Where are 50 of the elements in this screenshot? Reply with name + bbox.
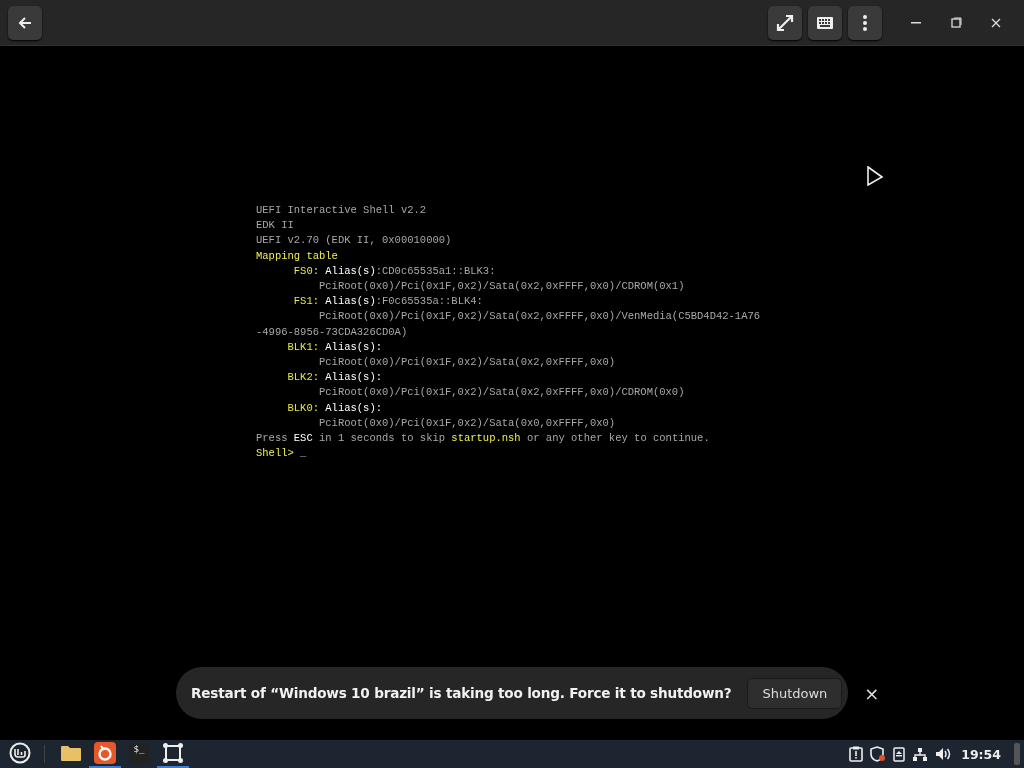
mint-logo-icon xyxy=(9,742,31,764)
terminal-launcher[interactable]: $_ xyxy=(123,740,155,768)
drive-eject-icon xyxy=(893,746,906,762)
network-icon xyxy=(912,746,929,762)
minimize-icon xyxy=(911,21,921,24)
keyboard-icon xyxy=(817,16,833,29)
folder-icon xyxy=(60,744,82,762)
close-icon xyxy=(991,17,1001,28)
keyboard-button[interactable] xyxy=(808,5,842,40)
console-line: Alias(s): xyxy=(325,339,382,355)
console-line: Alias(s):F0c65535a::BLK4: xyxy=(325,294,483,310)
console-line: Alias(s): xyxy=(325,400,382,416)
close-button[interactable]: × xyxy=(858,682,886,704)
console-label: BLK0: xyxy=(286,400,319,416)
shutdown-button[interactable]: Shutdown xyxy=(747,677,843,709)
fullscreen-button[interactable] xyxy=(768,5,802,40)
console-line: PciRoot(0x0)/Pci(0x1F,0x2)/Sata(0x2,0xFFFF,0x0)/CDROM(0x1) xyxy=(319,279,685,294)
console-line: Press ESC in 1 seconds to skip startup.nsh or any other key to continue. xyxy=(256,431,710,447)
volume-icon xyxy=(935,747,953,761)
console-line: PciRoot(0x0)/Pci(0x1F,0x2)/Sata(0x0,0xFFFF,0x0) xyxy=(319,415,616,431)
clipboard-alert-icon xyxy=(849,746,864,762)
console-line: -4996-8956-73CDA326CD0A) xyxy=(256,324,408,340)
console-line: EDK II xyxy=(256,218,294,234)
console-line: UEFI Interactive Shell v2.2 xyxy=(256,203,427,218)
shield-icon xyxy=(870,746,887,762)
console-line: Alias(s):CD0c65535a1::BLK3: xyxy=(325,263,496,279)
expand-arrows-icon xyxy=(776,13,794,32)
browser-launcher[interactable] xyxy=(89,740,121,768)
console-line: Mapping table xyxy=(256,248,338,264)
mouse-pointer-icon xyxy=(866,166,884,186)
console-line: UEFI v2.70 (EDK II, 0x00010000) xyxy=(256,233,452,249)
maximize-icon xyxy=(950,17,962,28)
console-label: FS1: xyxy=(292,294,319,310)
console-line: Shell> _ xyxy=(256,446,307,462)
clock[interactable]: 19:54 xyxy=(961,746,1001,762)
back-arrow-icon xyxy=(17,14,33,31)
more-icon xyxy=(863,14,867,31)
console-line: PciRoot(0x0)/Pci(0x1F,0x2)/Sata(0x2,0xFFFF,0x0) xyxy=(319,355,616,371)
back-button[interactable] xyxy=(8,5,42,40)
window-launcher[interactable] xyxy=(157,740,189,768)
console-line: Alias(s): xyxy=(325,370,382,386)
menu-button[interactable] xyxy=(848,5,882,40)
console-label: FS0: xyxy=(292,263,319,279)
console-line: PciRoot(0x0)/Pci(0x1F,0x2)/Sata(0x2,0xFFFF,0x0)/CDROM(0x0) xyxy=(319,385,685,401)
console-label: BLK1: xyxy=(286,339,319,355)
window-icon xyxy=(162,742,184,764)
browser-icon xyxy=(94,742,116,764)
notification-message: Restart of “Windows 10 brazil” is taking too long. Force it to shutdown? xyxy=(191,685,732,701)
console-line: PciRoot(0x0)/Pci(0x1F,0x2)/Sata(0x2,0xFFFF,0x0)/VenMedia(C5BD4D42-1A76 xyxy=(319,309,761,325)
console-label: BLK2: xyxy=(286,370,319,386)
